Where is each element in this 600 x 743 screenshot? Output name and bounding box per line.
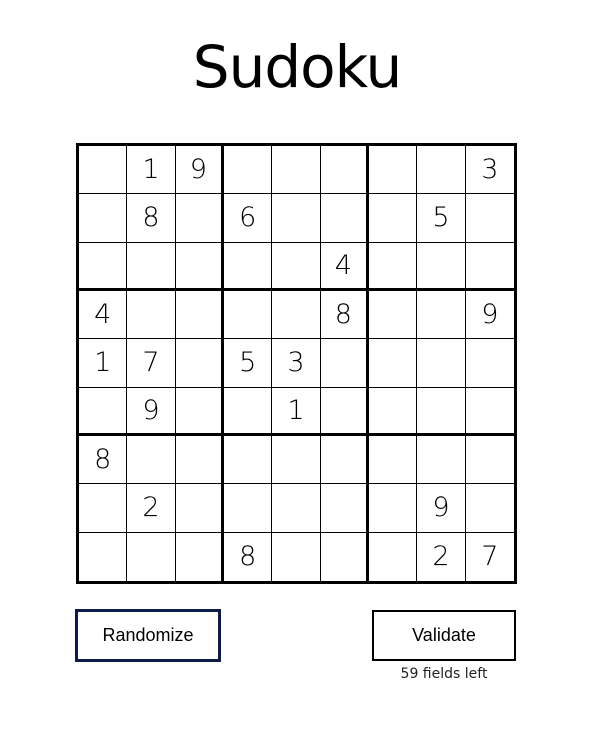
sudoku-cell[interactable] <box>175 435 224 485</box>
page-title: Sudoku <box>192 33 402 101</box>
sudoku-cell[interactable] <box>465 436 514 485</box>
sudoku-cell[interactable]: 9 <box>175 146 224 195</box>
sudoku-cell[interactable]: 2 <box>127 484 176 533</box>
sudoku-cell[interactable]: 8 <box>320 290 369 340</box>
sudoku-cell[interactable] <box>320 435 369 485</box>
sudoku-cell[interactable]: 8 <box>79 435 128 485</box>
sudoku-cell[interactable] <box>79 387 128 436</box>
sudoku-cell[interactable] <box>272 290 321 340</box>
sudoku-cell[interactable] <box>369 532 418 581</box>
sudoku-cell[interactable] <box>175 194 224 243</box>
sudoku-cell[interactable] <box>79 242 128 291</box>
sudoku-cell[interactable] <box>368 194 418 243</box>
sudoku-cell[interactable]: 2 <box>417 532 466 581</box>
sudoku-cell[interactable]: 5 <box>223 339 273 388</box>
sudoku-cell[interactable]: 3 <box>465 146 514 195</box>
sudoku-cell[interactable] <box>272 146 321 195</box>
sudoku-cell[interactable] <box>417 435 466 485</box>
sudoku-cell[interactable] <box>175 387 224 436</box>
sudoku-cell[interactable] <box>176 532 224 581</box>
sudoku-cell[interactable] <box>127 290 176 340</box>
sudoku-cell[interactable]: 8 <box>224 532 273 581</box>
sudoku-cell[interactable] <box>272 484 321 533</box>
sudoku-cell[interactable]: 1 <box>127 146 176 195</box>
sudoku-cell[interactable] <box>368 242 418 291</box>
sudoku-cell[interactable] <box>465 194 514 243</box>
sudoku-cell[interactable] <box>320 146 369 195</box>
sudoku-cell[interactable] <box>175 242 224 291</box>
sudoku-cell[interactable] <box>368 290 418 340</box>
fields-left-status: 59 fields left <box>400 666 488 682</box>
validate-button[interactable]: Validate <box>372 610 516 661</box>
sudoku-cell[interactable]: 9 <box>465 291 514 340</box>
sudoku-cell[interactable] <box>272 435 321 485</box>
sudoku-cell[interactable] <box>79 484 128 533</box>
sudoku-cell[interactable] <box>465 388 514 436</box>
sudoku-cell[interactable] <box>223 435 273 485</box>
sudoku-cell[interactable] <box>321 532 369 581</box>
sudoku-cell[interactable] <box>320 484 369 533</box>
sudoku-cell[interactable] <box>79 194 128 243</box>
sudoku-cell[interactable]: 4 <box>79 290 128 340</box>
randomize-button[interactable]: Randomize <box>75 609 221 662</box>
sudoku-cell[interactable] <box>223 484 273 533</box>
sudoku-cell[interactable] <box>417 387 466 436</box>
sudoku-grid: 1938654489175391829827 <box>76 143 517 584</box>
sudoku-cell[interactable] <box>272 194 321 243</box>
sudoku-cell[interactable]: 5 <box>417 194 466 243</box>
sudoku-cell[interactable] <box>368 484 418 533</box>
sudoku-cell[interactable] <box>465 484 514 533</box>
sudoku-cell[interactable] <box>175 339 224 388</box>
sudoku-cell[interactable] <box>127 435 176 485</box>
sudoku-cell[interactable] <box>417 339 466 388</box>
sudoku-cell[interactable] <box>175 484 224 533</box>
sudoku-cell[interactable]: 1 <box>79 339 128 388</box>
sudoku-cell[interactable] <box>272 532 321 581</box>
sudoku-cell[interactable]: 9 <box>417 484 466 533</box>
sudoku-cell[interactable] <box>320 339 369 388</box>
sudoku-cell[interactable] <box>320 194 369 243</box>
sudoku-cell[interactable]: 6 <box>223 194 273 243</box>
sudoku-cell[interactable]: 7 <box>127 339 176 388</box>
sudoku-cell[interactable] <box>465 339 514 388</box>
sudoku-cell[interactable]: 9 <box>127 387 176 436</box>
sudoku-cell[interactable] <box>223 146 273 195</box>
sudoku-cell[interactable] <box>320 387 369 436</box>
sudoku-cell[interactable] <box>368 146 418 195</box>
sudoku-cell[interactable] <box>272 242 321 291</box>
sudoku-cell[interactable] <box>79 532 128 581</box>
sudoku-cell[interactable]: 7 <box>466 533 514 581</box>
sudoku-cell[interactable] <box>175 290 224 340</box>
sudoku-cell[interactable] <box>465 243 514 291</box>
sudoku-cell[interactable]: 1 <box>272 387 321 436</box>
sudoku-cell[interactable] <box>223 387 273 436</box>
sudoku-cell[interactable] <box>127 242 176 291</box>
sudoku-cell[interactable] <box>417 146 466 195</box>
sudoku-cell[interactable] <box>79 146 128 195</box>
sudoku-cell[interactable] <box>223 242 273 291</box>
sudoku-cell[interactable] <box>417 290 466 340</box>
sudoku-cell[interactable] <box>223 290 273 340</box>
sudoku-cell[interactable] <box>417 242 466 291</box>
sudoku-cell[interactable] <box>368 387 418 436</box>
sudoku-cell[interactable]: 3 <box>272 339 321 388</box>
sudoku-cell[interactable] <box>368 339 418 388</box>
sudoku-cell[interactable] <box>368 435 418 485</box>
sudoku-cell[interactable]: 4 <box>320 242 369 291</box>
sudoku-cell[interactable]: 8 <box>127 194 176 243</box>
sudoku-cell[interactable] <box>127 532 176 581</box>
